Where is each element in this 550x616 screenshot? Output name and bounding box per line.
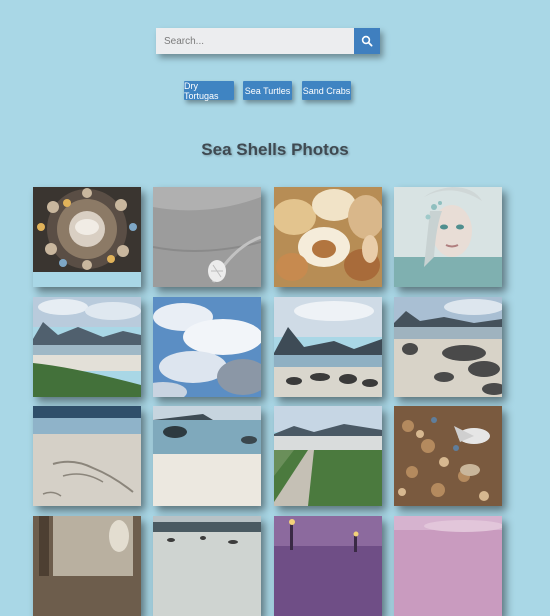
search-input[interactable] (156, 28, 354, 54)
tag-sand-crabs[interactable]: Sand Crabs (302, 81, 351, 100)
photo-pink-sunset[interactable] (394, 516, 502, 616)
photo-conch-shells[interactable] (274, 187, 382, 287)
photo-beach-rocks[interactable] (394, 297, 502, 397)
photo-grid (33, 187, 513, 616)
photo-window-vases[interactable] (33, 516, 141, 616)
photo-rocky-beach-mountains[interactable] (274, 297, 382, 397)
page-title: Sea Shells Photos (201, 140, 349, 159)
photo-beach-sea-rocks[interactable] (153, 406, 261, 506)
search-bar (156, 28, 380, 54)
photo-evening-pier-lights[interactable] (274, 516, 382, 616)
search-icon (361, 35, 373, 47)
tag-list: Dry Tortugas Sea Turtles Sand Crabs (0, 81, 550, 101)
photo-boardwalk-path[interactable] (274, 406, 382, 506)
tag-dry-tortugas[interactable]: Dry Tortugas (184, 81, 234, 101)
photo-writing-in-sand[interactable] (33, 406, 141, 506)
photo-shell-on-sand[interactable] (153, 187, 261, 287)
photo-shells-with-seagull[interactable] (394, 406, 502, 506)
search-button[interactable] (354, 28, 380, 54)
photo-shell-mosaic[interactable] (33, 187, 141, 287)
photo-shoreline[interactable] (153, 516, 261, 616)
photo-beach-green-shore[interactable] (33, 297, 141, 397)
tag-sea-turtles[interactable]: Sea Turtles (243, 81, 292, 100)
photo-mermaid-portrait[interactable] (394, 187, 502, 287)
photo-cloudy-sky[interactable] (153, 297, 261, 397)
